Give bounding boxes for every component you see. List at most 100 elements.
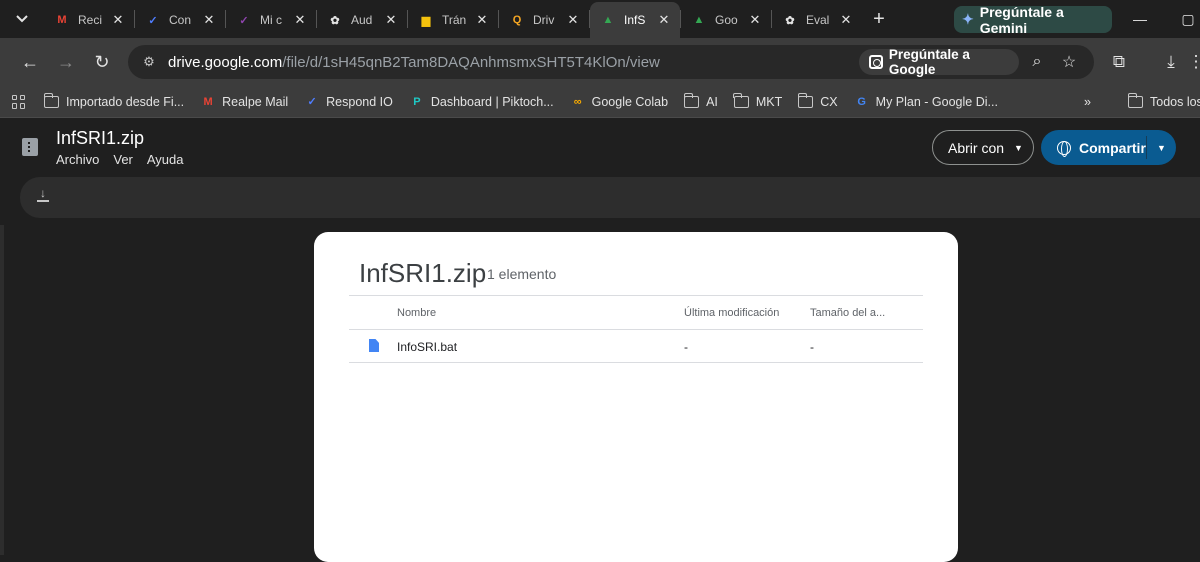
folder-icon xyxy=(733,92,749,108)
gmail-icon: M xyxy=(57,14,67,26)
bookmark-item[interactable]: ∞ Google Colab xyxy=(562,88,676,116)
url-path: /file/d/1sH45qnB2Tam8DAQAnhmsmxSHT5T4KlO… xyxy=(282,53,660,71)
browser-tab[interactable]: ▲ Goo ✕ xyxy=(681,5,771,35)
browser-tab[interactable]: ✿ Aud ✕ xyxy=(317,5,407,35)
document-file-icon xyxy=(369,339,379,352)
check-icon: ✓ xyxy=(239,14,249,27)
reload-icon[interactable]: ↻ xyxy=(84,44,120,80)
tab-title: Goo xyxy=(715,13,738,27)
site-settings-icon[interactable]: ⚙ xyxy=(134,54,164,70)
globe-icon xyxy=(1057,140,1071,157)
openai-icon: ✿ xyxy=(330,14,340,27)
column-name-header[interactable]: Nombre xyxy=(397,307,436,319)
ask-gemini-label: Pregúntale a Gemini xyxy=(979,3,1064,36)
share-button[interactable]: Compartir ▼ xyxy=(1041,130,1176,165)
folder-icon xyxy=(43,92,59,108)
all-bookmarks-folder[interactable]: Todos los xyxy=(1120,88,1200,116)
profile-icon[interactable]: ⋮ xyxy=(1184,50,1200,74)
folder-icon xyxy=(1127,92,1143,108)
close-tab-icon[interactable]: ✕ xyxy=(292,12,308,28)
browser-tab[interactable]: ✿ Eval ✕ xyxy=(772,5,862,35)
close-tab-icon[interactable]: ✕ xyxy=(747,12,763,28)
new-tab-icon[interactable]: + xyxy=(862,4,896,34)
viewer-menu-bar: Archivo Ver Ayuda xyxy=(56,152,184,167)
close-tab-icon[interactable]: ✕ xyxy=(565,12,581,28)
zip-contents-card: InfSRI1.zip 1 elemento Nombre Última mod… xyxy=(314,232,958,562)
restore-icon[interactable]: ▢ xyxy=(1176,8,1200,30)
browser-tab[interactable]: ▆ Trán ✕ xyxy=(408,5,498,35)
bookmark-label: Dashboard | Piktoch... xyxy=(430,94,554,109)
browser-tab[interactable]: Q Driv ✕ xyxy=(499,5,589,35)
download-icon[interactable]: ↓ xyxy=(36,187,50,204)
close-tab-icon[interactable]: ✕ xyxy=(110,12,126,28)
bookmark-label: AI xyxy=(706,94,718,109)
tab-title: Driv xyxy=(533,13,555,27)
tab-title: Eval xyxy=(806,13,830,27)
browser-tab[interactable]: ✓ Mi c ✕ xyxy=(226,5,316,35)
close-tab-icon[interactable]: ✕ xyxy=(838,12,854,28)
column-modified-header[interactable]: Última modificación xyxy=(684,307,779,319)
bookmarks-overflow-button[interactable]: » xyxy=(1076,88,1099,116)
close-tab-icon[interactable]: ✕ xyxy=(656,12,672,28)
zip-file-table: Nombre Última modificación Tamaño del a.… xyxy=(349,295,923,363)
tab-title: Mi c xyxy=(260,13,282,27)
browser-tab[interactable]: ▲ InfS ✕ xyxy=(590,2,680,38)
colab-icon: ∞ xyxy=(573,95,582,108)
share-divider xyxy=(1146,136,1147,159)
extensions-puzzle-icon[interactable]: ⧉ xyxy=(1107,50,1131,74)
bookmark-list: Importado desde Fi... M Realpe Mail ✓ Respon… xyxy=(36,88,1096,116)
menu-archivo[interactable]: Archivo xyxy=(56,152,99,167)
gmail-icon: M xyxy=(203,95,213,108)
close-tab-icon[interactable]: ✕ xyxy=(201,12,217,28)
zoom-magnifier-icon[interactable]: ⌕ xyxy=(1026,51,1048,73)
bookmark-label: Importado desde Fi... xyxy=(66,94,185,109)
ask-gemini-button[interactable]: ✦ Pregúntale a Gemini xyxy=(954,3,1112,36)
close-tab-icon[interactable]: ✕ xyxy=(383,12,399,28)
bookmark-item[interactable]: P Dashboard | Piktoch... xyxy=(401,88,562,116)
zip-item-count: 1 elemento xyxy=(487,266,557,282)
url-text[interactable]: drive.google.com/file/d/1sH45qnB2Tam8DAQ… xyxy=(168,54,660,71)
minimize-icon[interactable]: — xyxy=(1128,8,1152,30)
menu-ayuda[interactable]: Ayuda xyxy=(147,152,184,167)
zip-file-icon xyxy=(22,138,38,156)
menu-ver[interactable]: Ver xyxy=(113,152,133,167)
apps-grid-icon[interactable] xyxy=(12,94,26,109)
google-drive-icon: ▲ xyxy=(693,14,705,26)
bookmark-item[interactable]: M Realpe Mail xyxy=(192,88,296,116)
viewer-action-bar xyxy=(20,177,1200,218)
bookmark-item[interactable]: G My Plan - Google Di... xyxy=(846,88,1006,116)
search-icon: Q xyxy=(512,14,522,26)
tab-title: Aud xyxy=(351,13,373,27)
bookmark-item[interactable]: ✓ Respond IO xyxy=(296,88,401,116)
file-title: InfSRI1.zip xyxy=(56,128,145,148)
address-bar[interactable]: ⚙ drive.google.com/file/d/1sH45qnB2Tam8D… xyxy=(128,45,1094,79)
table-row[interactable]: InfoSRI.bat - - xyxy=(349,329,923,363)
bookmark-label: CX xyxy=(820,94,838,109)
bookmark-star-icon[interactable]: ☆ xyxy=(1058,51,1080,73)
open-with-label: Abrir con xyxy=(948,139,1005,156)
bookmark-item[interactable]: MKT xyxy=(726,88,790,116)
tab-title: Reci xyxy=(78,13,103,27)
bookmark-item[interactable]: AI xyxy=(676,88,726,116)
tab-title: Trán xyxy=(442,13,467,27)
share-options-caret-icon[interactable]: ▼ xyxy=(1157,143,1166,153)
bookmark-item[interactable]: CX xyxy=(790,88,845,116)
downloads-icon[interactable]: ⤓ xyxy=(1159,50,1183,74)
column-size-header[interactable]: Tamaño del a... xyxy=(810,307,885,319)
bookmark-item[interactable]: Importado desde Fi... xyxy=(36,88,192,116)
open-with-button[interactable]: Abrir con ▼ xyxy=(932,130,1034,165)
browser-tab[interactable]: M Reci ✕ xyxy=(44,5,134,35)
close-tab-icon[interactable]: ✕ xyxy=(474,12,490,28)
back-arrow-icon[interactable]: ← xyxy=(12,44,48,80)
all-bookmarks-label: Todos los xyxy=(1150,94,1200,109)
check-icon: ✓ xyxy=(148,14,158,27)
ask-google-lens-button[interactable]: Pregúntale a Google xyxy=(859,47,1019,77)
row-modified: - xyxy=(684,340,688,354)
folder-icon xyxy=(683,92,700,108)
share-label: Compartir xyxy=(1079,139,1146,156)
browser-tab[interactable]: ✓ Con ✕ xyxy=(135,5,225,35)
tab-search-chevron-icon[interactable] xyxy=(0,0,44,38)
bookmarks-bar: Importado desde Fi... M Realpe Mail ✓ Respon… xyxy=(0,86,1200,118)
piktochart-icon: P xyxy=(413,95,421,108)
forward-arrow-icon[interactable]: → xyxy=(48,44,84,80)
